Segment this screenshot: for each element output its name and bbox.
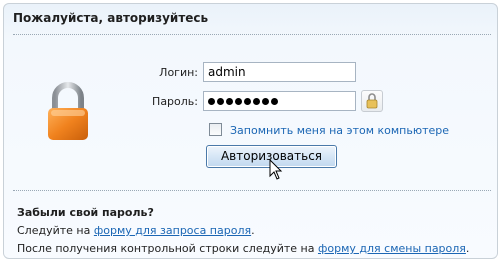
password-dot bbox=[217, 98, 224, 105]
password-mask bbox=[208, 93, 280, 109]
mouse-pointer-icon bbox=[269, 159, 283, 180]
padlock-icon bbox=[48, 82, 88, 140]
login-input[interactable]: admin bbox=[203, 62, 356, 82]
forgot-line2-suffix: . bbox=[465, 242, 470, 255]
forgot-title: Забыли свой пароль? bbox=[17, 206, 154, 219]
password-dot bbox=[226, 98, 233, 105]
forgot-line1-suffix: . bbox=[251, 224, 255, 237]
keyboard-lock-icon[interactable] bbox=[361, 90, 383, 112]
password-dot bbox=[235, 98, 242, 105]
password-dot bbox=[253, 98, 260, 105]
remember-label[interactable]: Запомнить меня на этом компьютере bbox=[230, 124, 449, 137]
password-dot bbox=[271, 98, 278, 105]
forgot-line-1: Следуйте на форму для запроса пароля. bbox=[17, 224, 255, 237]
divider-middle bbox=[13, 190, 491, 191]
forgot-line-2: После получения контрольной строки следу… bbox=[17, 242, 469, 255]
auth-panel: Пожалуйста, авторизуйтесь Логин: admin П… bbox=[3, 3, 498, 259]
password-dot bbox=[262, 98, 269, 105]
divider-top bbox=[13, 34, 491, 35]
password-input[interactable] bbox=[203, 91, 356, 111]
password-dot bbox=[244, 98, 251, 105]
forgot-line1-prefix: Следуйте на bbox=[17, 224, 94, 237]
login-label: Логин: bbox=[159, 66, 198, 79]
forgot-line2-prefix: После получения контрольной строки следу… bbox=[17, 242, 318, 255]
password-dot bbox=[208, 98, 215, 105]
change-password-link[interactable]: форму для смены пароля bbox=[318, 242, 466, 255]
request-password-link[interactable]: форму для запроса пароля bbox=[94, 224, 251, 237]
remember-checkbox[interactable] bbox=[209, 123, 222, 136]
panel-title: Пожалуйста, авторизуйтесь bbox=[13, 11, 209, 25]
small-lock-icon bbox=[366, 93, 378, 109]
password-label: Пароль: bbox=[152, 95, 198, 108]
